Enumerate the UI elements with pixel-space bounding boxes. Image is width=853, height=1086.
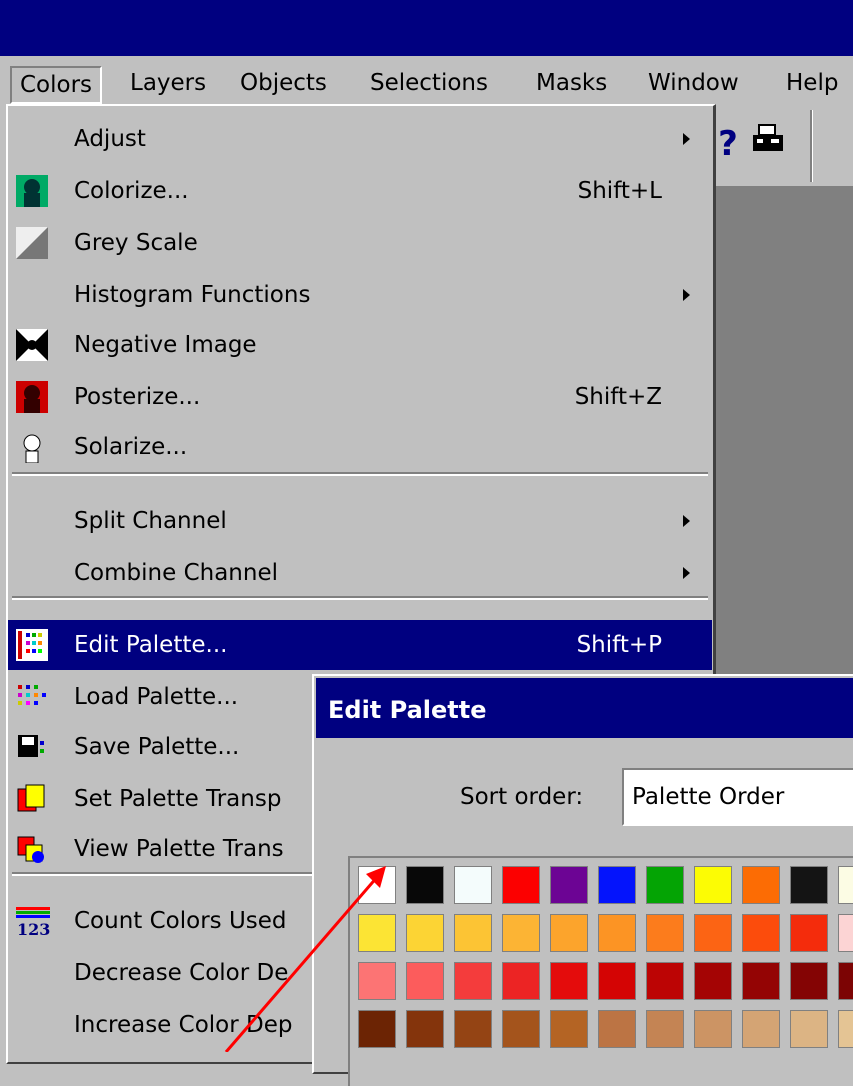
- annotation-arrow: [224, 866, 386, 1052]
